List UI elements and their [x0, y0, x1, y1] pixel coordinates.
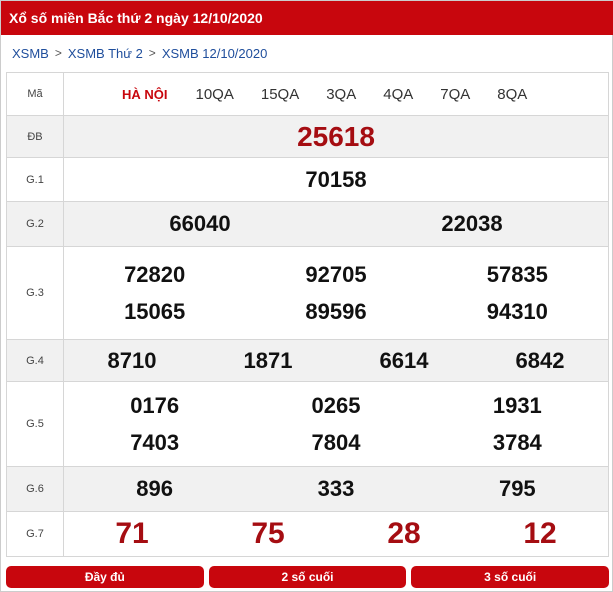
code-item: 8QA [497, 85, 528, 103]
g3-number: 15065 [124, 298, 186, 324]
g2-number: 66040 [169, 211, 231, 236]
breadcrumb: XSMB > XSMB Thứ 2 > XSMB 12/10/2020 [1, 35, 613, 71]
g4-number: 8710 [107, 347, 157, 373]
g3-number: 72820 [124, 261, 186, 287]
g5-number: 3784 [492, 429, 542, 455]
prize-label-g6: G.6 [6, 466, 64, 512]
chevron-right-icon: > [54, 46, 62, 60]
g5-number: 7804 [311, 429, 361, 455]
chevron-right-icon: > [148, 46, 156, 60]
g7-number: 28 [387, 517, 421, 550]
g4-number: 6842 [515, 347, 565, 373]
g3-number: 94310 [486, 298, 548, 324]
prize-label-g3: G.3 [6, 246, 64, 340]
g3-number: 57835 [486, 261, 548, 287]
code-item: 10QA [195, 85, 234, 103]
full-button[interactable]: Đầy đủ [6, 566, 204, 588]
code-item: 7QA [440, 85, 471, 103]
g3-number: 92705 [305, 261, 367, 287]
g3-number: 89596 [305, 298, 367, 324]
prize-label-g4: G.4 [6, 339, 64, 382]
prize-label-g1: G.1 [6, 157, 64, 202]
g7-number: 71 [115, 517, 149, 550]
code-item: 15QA [260, 85, 300, 103]
prize-label-g5: G.5 [6, 381, 64, 467]
g5-number: 0176 [130, 392, 180, 418]
code-item: 3QA [326, 85, 357, 103]
last-three-digits-button[interactable]: 3 số cuối [411, 566, 610, 588]
breadcrumb-xsmb[interactable]: XSMB [12, 46, 49, 61]
prize-label-g2: G.2 [6, 201, 64, 247]
g5-number: 0265 [311, 392, 361, 418]
g4-number: 1871 [243, 347, 293, 373]
g5-number: 7403 [130, 429, 180, 455]
province-name: HÀ NỘI [122, 86, 168, 102]
g2-number: 22038 [441, 211, 503, 236]
g7-number: 12 [523, 517, 557, 550]
results-table: Mã HÀ NỘI 10QA 15QA 3QA 4QA 7QA 8QA ĐB 2… [6, 72, 609, 557]
display-mode-buttons: Đầy đủ 2 số cuối 3 số cuối [6, 566, 610, 588]
g7-number: 75 [251, 517, 285, 550]
g6-number: 333 [317, 476, 355, 501]
code-row: HÀ NỘI 10QA 15QA 3QA 4QA 7QA 8QA [63, 72, 609, 116]
prize-label-db: ĐB [6, 115, 64, 158]
breadcrumb-xsmb-date[interactable]: XSMB 12/10/2020 [162, 46, 268, 61]
g1-number: 70158 [305, 166, 367, 192]
last-two-digits-button[interactable]: 2 số cuối [208, 566, 407, 588]
code-label: Mã [6, 72, 64, 116]
page-title: Xổ số miền Bắc thứ 2 ngày 12/10/2020 [1, 1, 613, 35]
special-prize-number: 25618 [297, 120, 375, 152]
breadcrumb-xsmb-monday[interactable]: XSMB Thứ 2 [68, 46, 143, 61]
g4-number: 6614 [379, 347, 429, 373]
g6-number: 795 [498, 476, 536, 501]
g6-number: 896 [136, 476, 174, 501]
prize-label-g7: G.7 [6, 511, 64, 557]
code-item: 4QA [383, 85, 414, 103]
results-card: Xổ số miền Bắc thứ 2 ngày 12/10/2020 XSM… [0, 0, 613, 592]
g5-number: 1931 [492, 392, 542, 418]
